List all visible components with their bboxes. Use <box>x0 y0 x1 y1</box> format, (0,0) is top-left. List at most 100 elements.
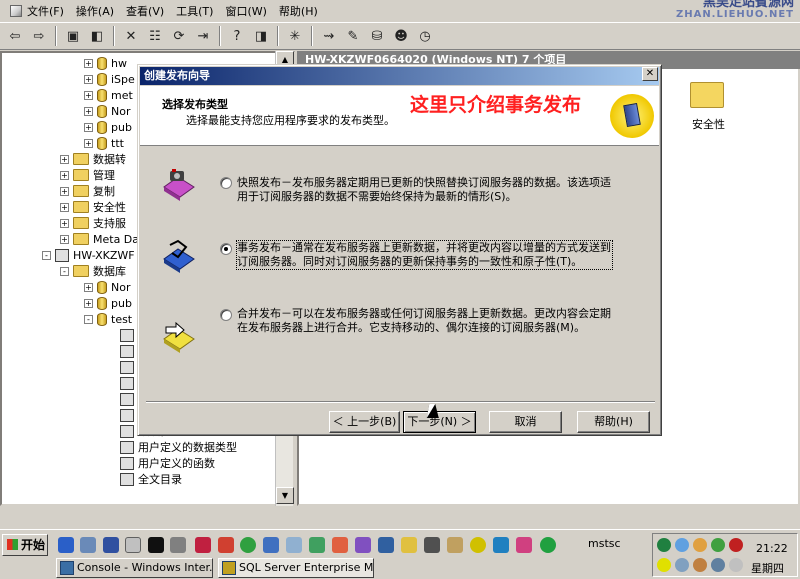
tree-item[interactable]: + 复制 <box>60 183 115 199</box>
register-server-icon[interactable]: ⇝ <box>318 25 340 47</box>
expand-icon[interactable]: + <box>60 234 69 244</box>
radio-snapshot[interactable] <box>220 177 232 189</box>
tree-item[interactable]: - HW-XKZWF <box>42 247 135 263</box>
expand-icon[interactable]: + <box>84 298 93 308</box>
notes-icon[interactable] <box>401 537 417 553</box>
tree-item[interactable]: 用户定义的数据类型 <box>120 439 237 455</box>
expand-icon[interactable]: + <box>84 74 93 84</box>
cancel-button[interactable]: 取消 <box>489 411 562 433</box>
radio-transactional[interactable] <box>220 243 232 255</box>
option-merge-text[interactable]: 合并发布－可以在发布服务器或任何订阅服务器上更新数据。更改内容会定期在发布服务器… <box>237 307 612 335</box>
option-transactional-text[interactable]: 事务发布－通常在发布服务器上更新数据，并将更改内容以增量的方式发送到订阅服务器。… <box>236 240 613 270</box>
green-app-icon[interactable] <box>540 537 556 553</box>
menu-help[interactable]: 帮助(H) <box>273 1 324 21</box>
help-button[interactable]: 帮助(H) <box>577 411 650 433</box>
security-label[interactable]: 安全性 <box>692 116 725 132</box>
expand-icon[interactable]: + <box>84 90 93 100</box>
next-button[interactable]: 下一步(N) ＞ <box>403 411 476 433</box>
refresh-icon[interactable]: ⟳ <box>168 25 190 47</box>
menu-window[interactable]: 窗口(W) <box>219 1 272 21</box>
expand-icon[interactable]: + <box>60 202 69 212</box>
tray-display-icon[interactable] <box>729 558 743 572</box>
home-icon[interactable] <box>218 537 234 553</box>
tree-item[interactable]: + ttt <box>84 135 124 151</box>
show-tree-icon[interactable]: ◧ <box>86 25 108 47</box>
explorer-icon[interactable] <box>125 537 141 553</box>
delete-icon[interactable]: ✕ <box>120 25 142 47</box>
menu-view[interactable]: 查看(V) <box>120 1 170 21</box>
tree-item[interactable] <box>120 327 138 343</box>
properties-icon[interactable]: ☷ <box>144 25 166 47</box>
expand-icon[interactable]: + <box>84 138 93 148</box>
window-icon[interactable] <box>378 537 394 553</box>
tree-item[interactable]: + 数据转 <box>60 151 126 167</box>
tree-item[interactable]: 用户定义的函数 <box>120 455 215 471</box>
tree-item[interactable]: + hw <box>84 55 127 71</box>
tray-user-icon[interactable] <box>693 558 707 572</box>
task-sql-server[interactable]: SQL Server Enterprise M... <box>218 558 374 578</box>
tree-item[interactable]: 全文目录 <box>120 471 182 487</box>
mstsc-label[interactable]: mstsc <box>588 537 621 550</box>
network-icon[interactable] <box>170 537 186 553</box>
expand-icon[interactable]: + <box>84 106 93 116</box>
help-icon[interactable]: ? <box>226 25 248 47</box>
expand-icon[interactable]: + <box>60 170 69 180</box>
user-icon[interactable]: ☻ <box>390 25 412 47</box>
tray-sql-icon[interactable] <box>657 538 671 552</box>
tree-item[interactable]: + 支持服 <box>60 215 126 231</box>
tray-shield-icon[interactable] <box>711 538 725 552</box>
tree-item[interactable]: + iSpe <box>84 71 135 87</box>
ftp-icon[interactable] <box>470 537 486 553</box>
job-icon[interactable]: ◷ <box>414 25 436 47</box>
terminal-icon[interactable] <box>424 537 440 553</box>
tree-item[interactable]: + pub <box>84 119 132 135</box>
transfer-icon[interactable] <box>493 537 509 553</box>
tray-people-icon[interactable] <box>693 538 707 552</box>
menu-action[interactable]: 操作(A) <box>70 1 120 21</box>
tree-item[interactable]: + 管理 <box>60 167 115 183</box>
ie-icon[interactable] <box>58 537 74 553</box>
collapse-icon[interactable]: - <box>84 314 93 324</box>
menu-tools[interactable]: 工具(T) <box>170 1 219 21</box>
tray-tool-icon[interactable] <box>657 558 671 572</box>
tree-item[interactable] <box>120 391 138 407</box>
tree-item[interactable] <box>120 343 138 359</box>
music-icon[interactable] <box>355 537 371 553</box>
tree-item[interactable] <box>120 375 138 391</box>
scroll-down-icon[interactable]: ▼ <box>276 487 294 504</box>
option-snapshot-text[interactable]: 快照发布－发布服务器定期用已更新的快照替换订阅服务器的数据。该选项适用于订阅服务… <box>237 176 612 204</box>
tray-network-icon[interactable] <box>675 538 689 552</box>
query-icon[interactable]: ✎ <box>342 25 364 47</box>
tool-icon[interactable] <box>195 537 211 553</box>
desktop-icon[interactable] <box>103 537 119 553</box>
expand-icon[interactable]: + <box>60 186 69 196</box>
tray-alert-icon[interactable] <box>729 538 743 552</box>
forward-arrow-icon[interactable]: ⇨ <box>28 25 50 47</box>
cmd-icon[interactable] <box>148 537 164 553</box>
tree-item[interactable]: - test <box>84 311 132 327</box>
collapse-icon[interactable]: - <box>60 266 69 276</box>
expand-icon[interactable]: + <box>60 154 69 164</box>
tree-item[interactable]: + Nor <box>84 103 130 119</box>
expand-icon[interactable]: + <box>84 58 93 68</box>
security-folder-icon[interactable] <box>690 82 724 108</box>
up-folder-icon[interactable]: ▣ <box>62 25 84 47</box>
back-arrow-icon[interactable]: ⇦ <box>4 25 26 47</box>
collapse-icon[interactable]: - <box>42 250 51 260</box>
tree-item[interactable]: + pub <box>84 295 132 311</box>
task-console[interactable]: Console - Windows Inter... <box>56 558 213 578</box>
database-icon[interactable]: ⛁ <box>366 25 388 47</box>
tray-volume-icon[interactable] <box>711 558 725 572</box>
globe-icon[interactable] <box>240 537 256 553</box>
console-icon[interactable]: ◨ <box>250 25 272 47</box>
outlook-icon[interactable] <box>80 537 96 553</box>
tree-item[interactable] <box>120 407 138 423</box>
tree-item[interactable]: + met <box>84 87 133 103</box>
start-button[interactable]: 开始 <box>2 534 48 556</box>
clock[interactable]: 21:22 <box>756 542 788 555</box>
utility-icon[interactable] <box>286 537 302 553</box>
export-icon[interactable]: ⇥ <box>192 25 214 47</box>
radio-merge[interactable] <box>220 309 232 321</box>
chat-icon[interactable] <box>516 537 532 553</box>
close-icon[interactable]: ✕ <box>642 67 658 81</box>
